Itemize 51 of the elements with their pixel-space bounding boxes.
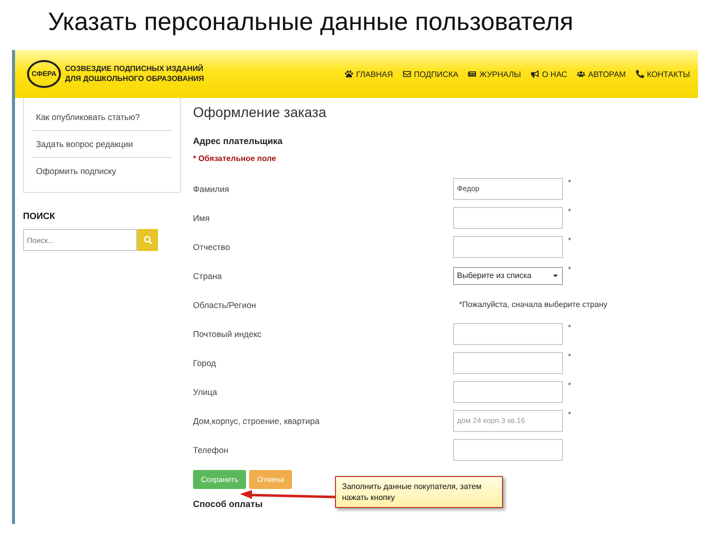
field-label: Фамилия: [193, 184, 230, 194]
input-field[interactable]: [453, 206, 563, 228]
users-icon: [577, 70, 586, 78]
field-label: Улица: [193, 386, 218, 396]
input-field[interactable]: [453, 438, 563, 460]
required-mark: *: [568, 236, 572, 245]
field-label: Город: [193, 358, 217, 368]
required-mark: *: [568, 352, 572, 361]
input-field[interactable]: [453, 322, 563, 344]
required-mark: *: [568, 178, 572, 187]
field-label: Отчество: [193, 242, 231, 252]
caret-icon: [552, 272, 559, 279]
nav-link[interactable]: КОНТАКТЫ: [636, 70, 690, 78]
required-mark: *: [568, 265, 572, 274]
nav-link[interactable]: ПОДПИСКА: [402, 70, 458, 78]
megaphone-icon: [530, 70, 539, 78]
nav-link[interactable]: ГЛАВНАЯ: [345, 70, 393, 78]
slide-title: Указать персональные данные пользователя: [47, 7, 574, 38]
nav-link[interactable]: ЖУРНАЛЫ: [468, 70, 521, 78]
input-field[interactable]: [453, 236, 563, 258]
newspaper-icon: [468, 70, 476, 78]
nav-link[interactable]: О НАС: [530, 70, 568, 78]
required-mark: *: [568, 323, 572, 332]
required-mark: *: [568, 207, 572, 216]
search-button[interactable]: [137, 229, 158, 251]
sidebar-link[interactable]: Оформить подписку: [32, 158, 172, 184]
field-label: Дом,корпус, строение, квартира: [193, 416, 321, 426]
field-hint: *Пожалуйста, сначала выберите страну: [458, 300, 608, 309]
search-icon: [144, 236, 152, 244]
callout-note: Заполнить данные покупателя, затем нажать кнопку: [335, 476, 503, 508]
nav-link[interactable]: АВТОРАМ: [577, 70, 626, 78]
input-field[interactable]: [453, 380, 563, 402]
envelope-icon: [402, 70, 411, 78]
sidebar-link[interactable]: Задать вопрос редакции: [32, 131, 172, 158]
phone-icon: [636, 70, 644, 78]
field-label: Имя: [193, 212, 211, 222]
required-mark: *: [568, 410, 572, 419]
field-label: Телефон: [193, 444, 230, 454]
field-label: Почтовый индекс: [193, 328, 263, 338]
section-heading: Способ оплаты: [193, 499, 264, 509]
required-note: * Обязательное поле: [193, 154, 278, 165]
input-field[interactable]: [453, 352, 563, 374]
country-dropdown[interactable]: Выберите из списка: [453, 266, 563, 284]
form-title: Оформление заказа: [193, 104, 328, 122]
field-label: Страна: [193, 270, 223, 280]
sidebar-link[interactable]: Как опубликовать статью?: [32, 104, 172, 131]
section-heading: Адрес плательщика: [193, 136, 284, 148]
required-mark: *: [568, 381, 572, 390]
paw-icon: [345, 70, 354, 78]
search-heading: ПОИСК: [23, 211, 56, 221]
field-label: Область/Регион: [193, 300, 258, 310]
